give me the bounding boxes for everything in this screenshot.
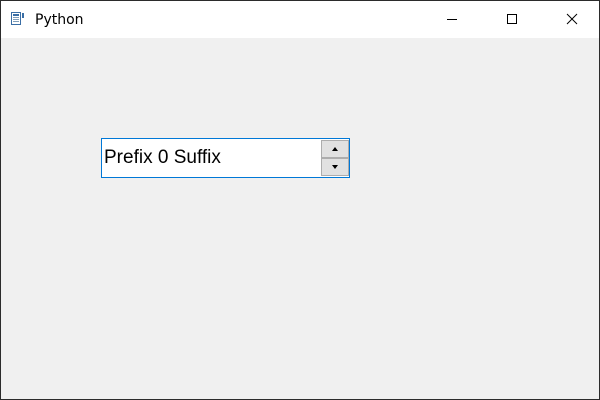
maximize-button[interactable] (489, 1, 535, 38)
spinbox-down-button[interactable] (321, 158, 349, 176)
arrow-up-icon (332, 147, 338, 151)
arrow-down-icon (332, 165, 338, 169)
spinbox-value: 0 (157, 147, 169, 168)
python-app-icon[interactable] (10, 11, 26, 27)
spinbox[interactable]: Prefix 0 Suffix (101, 138, 350, 178)
title-bar[interactable]: Python (1, 1, 599, 38)
main-window: Python Prefix 0 Suffix (0, 0, 600, 400)
window-title: Python (35, 12, 84, 28)
minimize-icon (446, 10, 458, 29)
maximize-icon (506, 10, 518, 29)
spinbox-up-button[interactable] (321, 140, 349, 158)
minimize-button[interactable] (429, 1, 475, 38)
close-icon (566, 10, 578, 29)
spinbox-value-text[interactable]: Prefix 0 Suffix (104, 139, 221, 177)
spinbox-suffix: Suffix (173, 147, 221, 168)
spinbox-prefix: Prefix (104, 147, 153, 168)
close-button[interactable] (549, 1, 595, 38)
client-area: Prefix 0 Suffix (1, 38, 599, 399)
